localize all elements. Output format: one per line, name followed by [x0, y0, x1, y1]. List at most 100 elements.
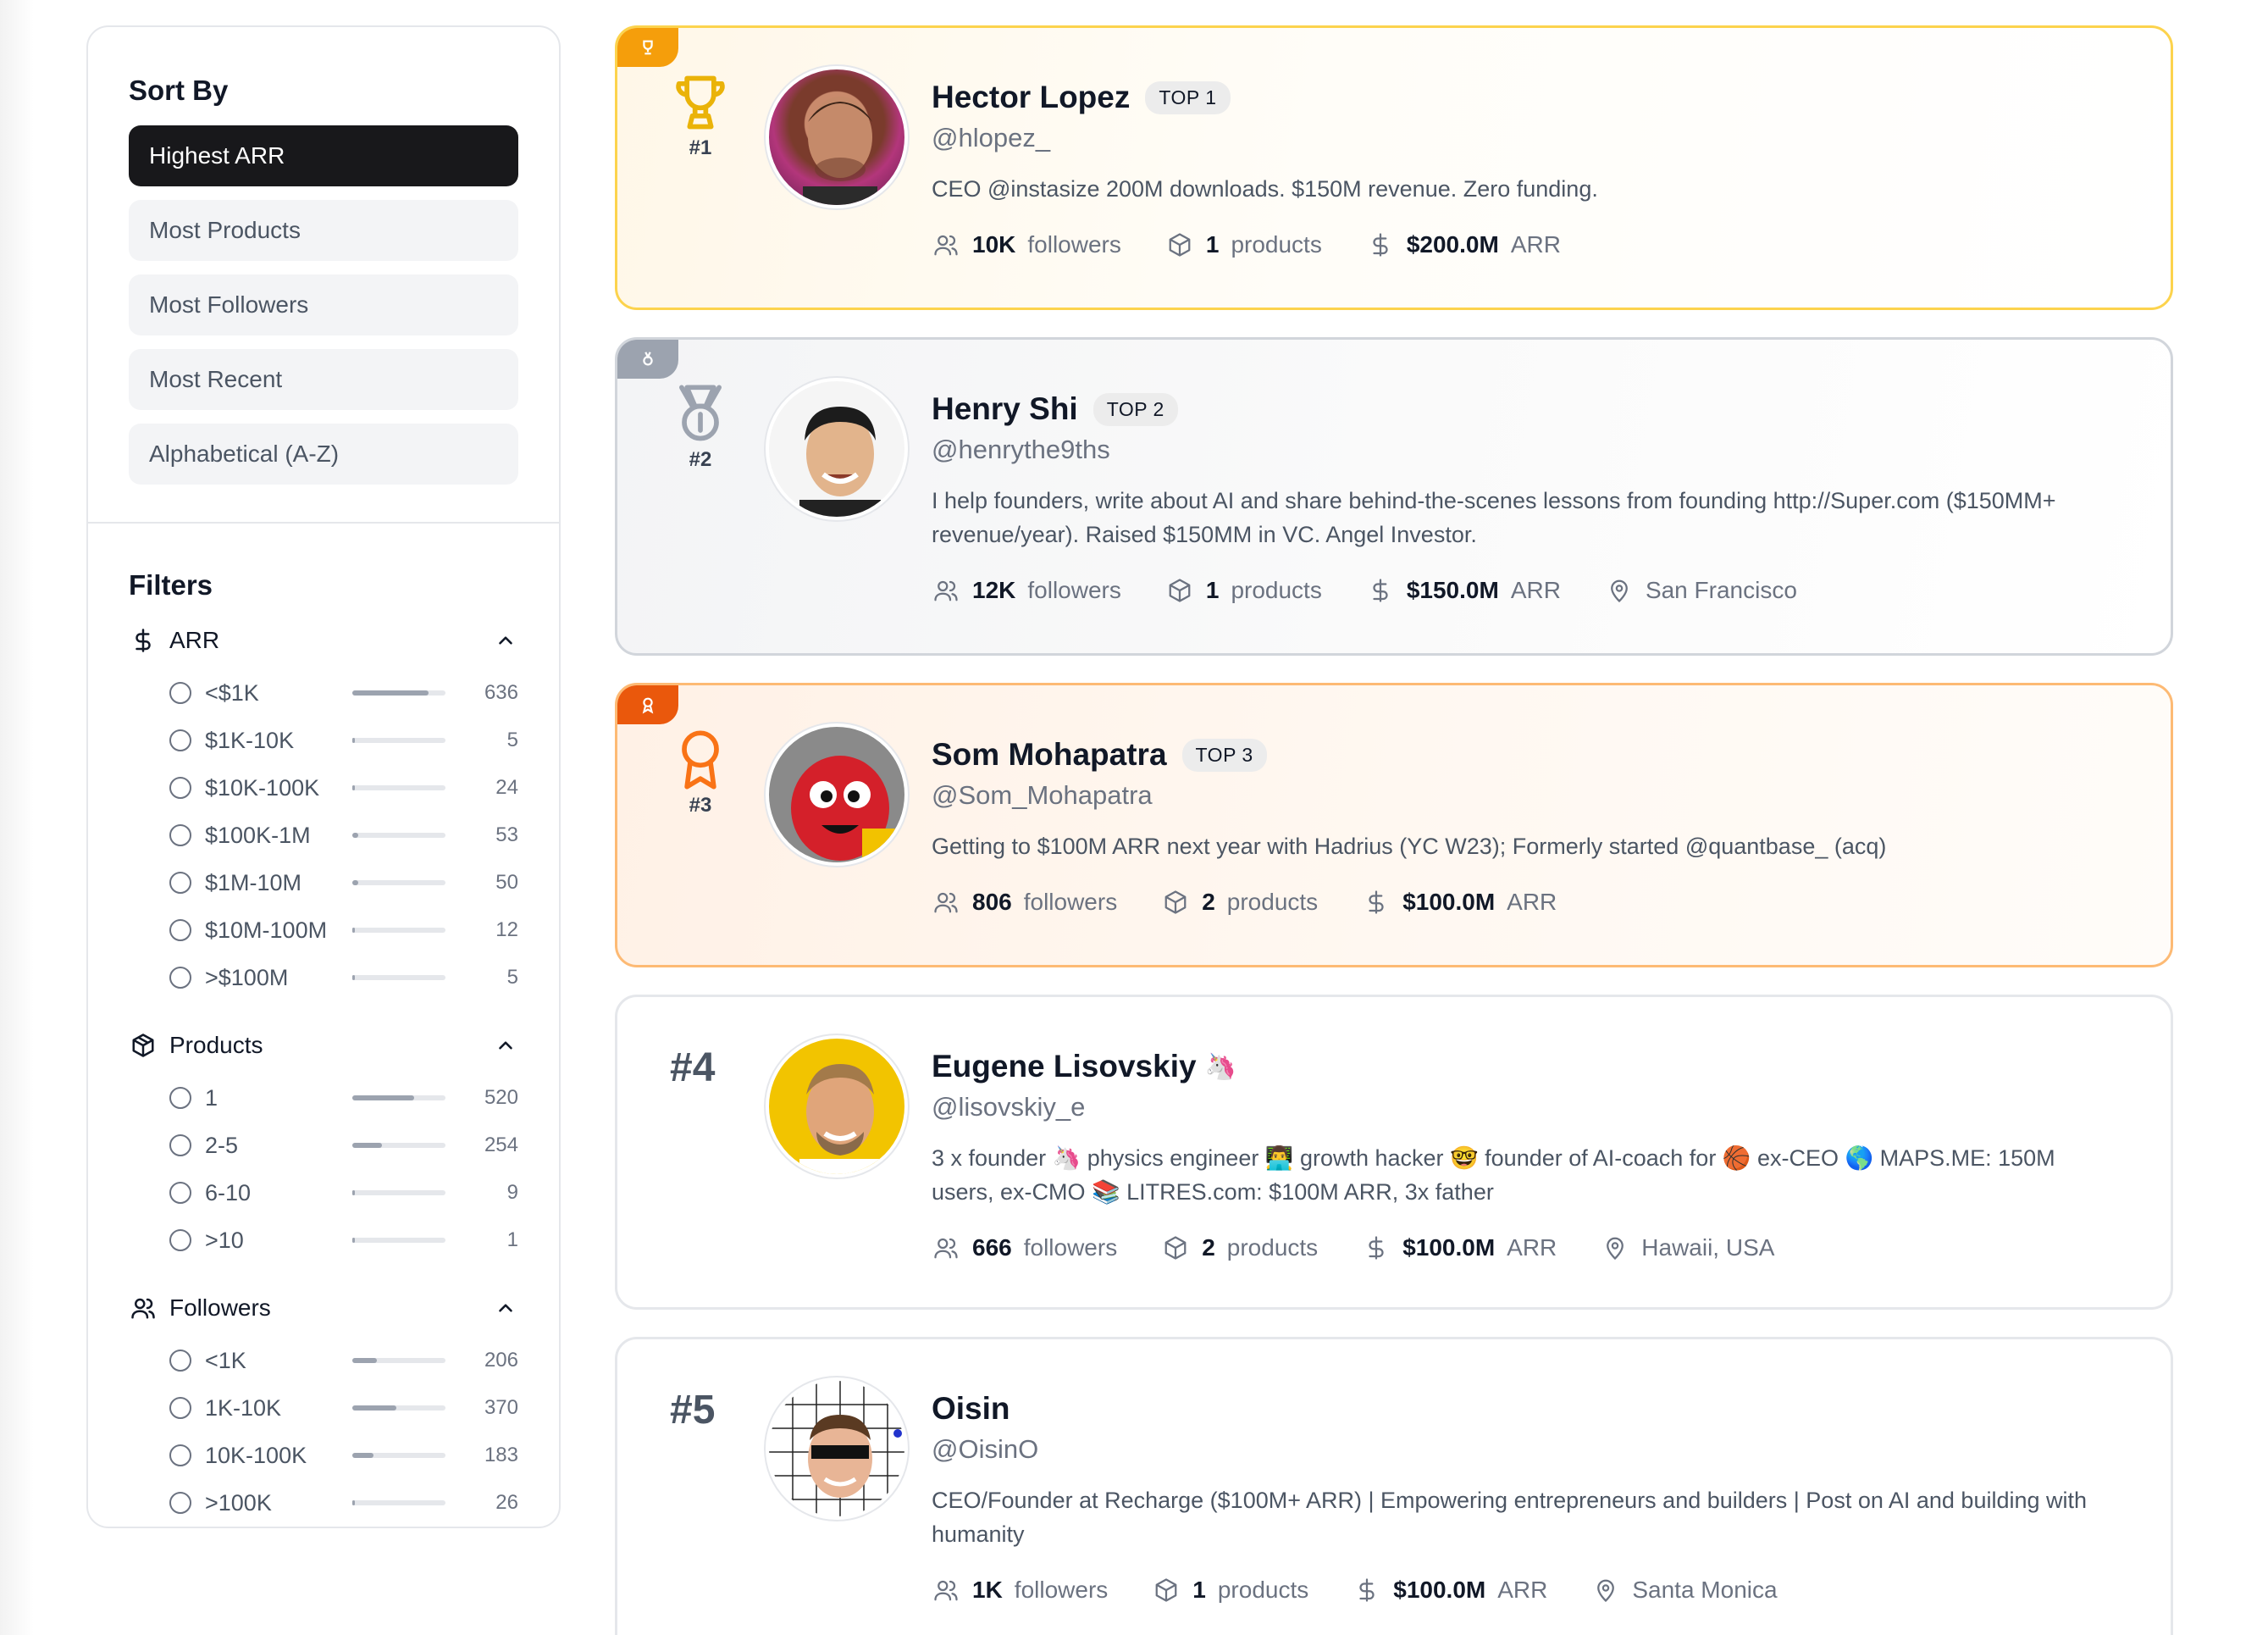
medal: #2 [667, 382, 734, 472]
founder-stats: 10K followers 1 products $200.0M ARR [932, 228, 2120, 262]
arr-value: $150.0M [1406, 577, 1499, 603]
products-label: products [1231, 231, 1322, 258]
avatar[interactable] [766, 66, 908, 208]
filter-option-count: 370 [484, 1396, 518, 1419]
founder-handle[interactable]: @lisovskiy_e [932, 1092, 2120, 1122]
products-filter-header[interactable]: Products [129, 1028, 518, 1062]
founder-name[interactable]: Henry Shi [932, 391, 1078, 427]
dollar-icon [1362, 888, 1391, 917]
followers-value: 1K [972, 1577, 1003, 1603]
followers-filter-option[interactable]: <1K 206 [129, 1337, 518, 1384]
filter-option-label: $10K-100K [205, 774, 320, 801]
products-filter-option[interactable]: 1 520 [129, 1074, 518, 1122]
location-value: Hawaii, USA [1641, 1234, 1775, 1261]
distribution-bar-fill [352, 690, 429, 696]
radio-button[interactable] [169, 1229, 191, 1251]
distribution-bar [352, 1405, 445, 1411]
avatar[interactable] [766, 378, 908, 520]
arr-filter-option[interactable]: $10K-100K 24 [129, 764, 518, 812]
products-filter-option[interactable]: 2-5 254 [129, 1122, 518, 1169]
founder-card[interactable]: #3 Som Mohapatra TOP 3 @Som_Mohapatra Ge… [615, 683, 2173, 967]
distribution-bar-fill [352, 785, 356, 790]
filter-option-count: 53 [495, 823, 518, 846]
radio-button[interactable] [169, 919, 191, 941]
founder-card[interactable]: #5 Oisin @OisinO CEO/Founder at Recharge… [615, 1337, 2173, 1635]
distribution-bar-fill [352, 1143, 383, 1148]
avatar[interactable] [766, 1035, 908, 1178]
followers-filter-options: <1K 206 1K-10K 370 10K-100K 183 >100K 26 [129, 1337, 518, 1527]
filter-option-label: 10K-100K [205, 1442, 307, 1468]
products-value: 1 [1205, 231, 1220, 258]
followers-label: followers [1023, 889, 1118, 915]
top-badge: TOP 3 [1181, 738, 1267, 772]
arr-filter-option[interactable]: $1M-10M 50 [129, 859, 518, 906]
radio-button[interactable] [169, 824, 191, 846]
founder-bio: CEO @instasize 200M downloads. $150M rev… [932, 176, 1598, 202]
arr-filter-option[interactable]: $10M-100M 12 [129, 906, 518, 954]
avatar[interactable] [766, 1377, 908, 1520]
distribution-bar-fill [352, 1405, 396, 1411]
founder-stats: 666 followers 2 products $100.0M ARR Haw… [932, 1231, 2120, 1265]
founder-handle[interactable]: @Som_Mohapatra [932, 780, 2120, 811]
dollar-icon [1353, 1576, 1381, 1605]
sort-most-recent-button[interactable]: Most Recent [129, 349, 518, 410]
arr-filter-option[interactable]: <$1K 636 [129, 669, 518, 717]
radio-button[interactable] [169, 872, 191, 894]
founder-handle[interactable]: @hlopez_ [932, 123, 2120, 153]
unicorn-icon: 🦄 [1204, 1052, 1236, 1081]
founder-info: Henry Shi TOP 2 @henrythe9ths I help fou… [932, 387, 2120, 607]
founder-bio: Getting to $100M ARR next year with Hadr… [932, 834, 1887, 859]
radio-button[interactable] [169, 1182, 191, 1204]
founder-card[interactable]: #1 Hector Lopez TOP 1 @hlopez_ CEO @inst… [615, 25, 2173, 310]
location-stat: Hawaii, USA [1601, 1233, 1774, 1262]
founder-stats: 1K followers 1 products $100.0M ARR Sant… [932, 1573, 2120, 1607]
radio-button[interactable] [169, 682, 191, 704]
products-filter-option[interactable]: 6-10 9 [129, 1169, 518, 1217]
radio-button[interactable] [169, 967, 191, 989]
founder-info: Oisin @OisinO CEO/Founder at Recharge ($… [932, 1387, 2120, 1607]
arr-stat: $100.0M ARR [1362, 888, 1557, 917]
products-value: 2 [1202, 1234, 1215, 1261]
radio-button[interactable] [169, 1350, 191, 1372]
radio-button[interactable] [169, 1087, 191, 1109]
products-stat: 1 products [1165, 576, 1322, 605]
founder-name[interactable]: Hector Lopez [932, 80, 1130, 115]
top-badge: TOP 1 [1145, 80, 1231, 114]
radio-button[interactable] [169, 1492, 191, 1514]
founder-handle[interactable]: @OisinO [932, 1434, 2120, 1465]
distribution-bar-fill [352, 975, 356, 980]
distribution-bar-fill [352, 880, 358, 885]
founder-name[interactable]: Eugene Lisovskiy [932, 1049, 1197, 1084]
arr-filter-option[interactable]: $1K-10K 5 [129, 717, 518, 764]
radio-button[interactable] [169, 1444, 191, 1466]
avatar[interactable] [766, 723, 908, 866]
arr-filter-option[interactable]: >$100M 5 [129, 954, 518, 1001]
founder-name[interactable]: Som Mohapatra [932, 737, 1167, 773]
chevron-up-icon[interactable] [493, 628, 518, 653]
radio-button[interactable] [169, 1397, 191, 1419]
sort-highest-arr-button[interactable]: Highest ARR [129, 125, 518, 186]
followers-filter-header[interactable]: Followers [129, 1291, 518, 1325]
sort-most-products-button[interactable]: Most Products [129, 200, 518, 261]
followers-filter-option[interactable]: 10K-100K 183 [129, 1432, 518, 1479]
chevron-up-icon[interactable] [493, 1295, 518, 1321]
radio-button[interactable] [169, 1134, 191, 1156]
distribution-bar-fill [352, 928, 356, 933]
distribution-bar [352, 690, 445, 696]
founder-card[interactable]: #4 Eugene Lisovskiy 🦄 @lisovskiy_e 3 x f… [615, 995, 2173, 1310]
distribution-bar [352, 1500, 445, 1505]
followers-filter-option[interactable]: 1K-10K 370 [129, 1384, 518, 1432]
products-filter-option[interactable]: >10 1 [129, 1217, 518, 1264]
arr-filter-option[interactable]: $100K-1M 53 [129, 812, 518, 859]
location-value: Santa Monica [1632, 1577, 1778, 1603]
arr-filter-header[interactable]: ARR [129, 624, 518, 657]
sort-alphabetical-button[interactable]: Alphabetical (A-Z) [129, 424, 518, 485]
founder-name[interactable]: Oisin [932, 1391, 1010, 1427]
founder-handle[interactable]: @henrythe9ths [932, 435, 2120, 465]
radio-button[interactable] [169, 777, 191, 799]
founder-card[interactable]: #2 Henry Shi TOP 2 @henrythe9ths I help … [615, 337, 2173, 656]
sort-most-followers-button[interactable]: Most Followers [129, 274, 518, 335]
followers-filter-option[interactable]: >100K 26 [129, 1479, 518, 1527]
radio-button[interactable] [169, 729, 191, 751]
chevron-up-icon[interactable] [493, 1033, 518, 1058]
